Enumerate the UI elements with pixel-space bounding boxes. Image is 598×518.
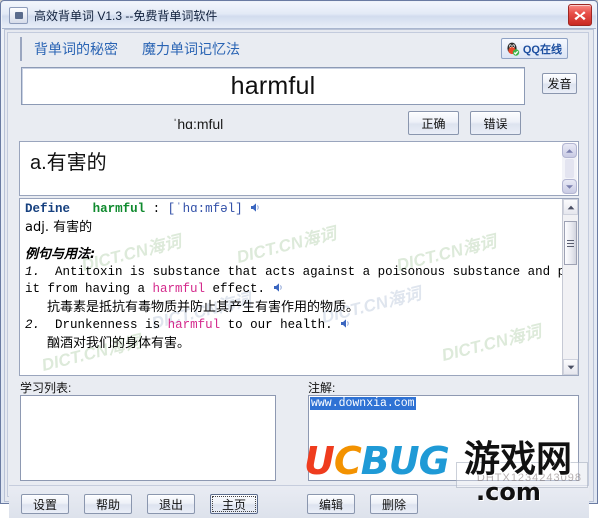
example-1-number: 1. xyxy=(25,264,41,279)
settings-button[interactable]: 设置 xyxy=(21,494,69,514)
example-1-keyword: harmful xyxy=(152,282,206,296)
define-colon: : xyxy=(152,202,161,216)
study-list-label: 学习列表: xyxy=(20,381,72,395)
speaker-icon[interactable] xyxy=(250,202,261,213)
example-1-text-a: Antitoxin is substance that acts against… xyxy=(55,264,579,279)
phonetic-text: ˈhɑ:mful xyxy=(172,116,224,132)
pos-line: adj. 有害的 xyxy=(25,219,93,235)
scroll-down-icon[interactable] xyxy=(562,179,577,194)
window-frame: 高效背单词 V1.3 --免费背单词软件 背单词的秘密 魔力单词记忆法 QQ在线… xyxy=(0,0,598,518)
example-1-translation: 抗毒素是抵抗有毒物质并防止其产生有害作用的物质。 xyxy=(47,299,360,315)
client-area: 背单词的秘密 魔力单词记忆法 QQ在线 harmful 发音 ˈhɑ:mful … xyxy=(4,29,594,518)
example-1-text-b1: it from having a xyxy=(25,282,153,296)
pronounce-button[interactable]: 发音 xyxy=(542,73,577,94)
qq-online-label: QQ在线 xyxy=(522,43,562,56)
note-value[interactable]: www.downxia.com xyxy=(310,397,416,410)
dictionary-scroll-thumb[interactable] xyxy=(564,221,577,265)
scroll-up-icon[interactable] xyxy=(562,143,577,158)
help-button[interactable]: 帮助 xyxy=(84,494,132,514)
extra-button[interactable]: 删除 xyxy=(370,494,418,514)
example-1-text-b2: effect. xyxy=(205,282,266,296)
qq-online-button[interactable]: QQ在线 xyxy=(500,38,568,59)
home-button[interactable]: 主页 xyxy=(210,494,258,514)
nav-link-secret[interactable]: 背单词的秘密 xyxy=(34,39,118,59)
bottom-toolbar: 设置 帮助 退出 主页 编辑 删除 xyxy=(9,485,589,518)
scroll-up-icon[interactable] xyxy=(563,199,578,215)
speaker-icon[interactable] xyxy=(340,318,351,329)
scroll-down-icon[interactable] xyxy=(563,359,578,375)
study-list-box[interactable] xyxy=(20,395,276,481)
dictionary-text: Define harmful : [ˈhɑ:mfəl] adj. 有害的 例句与… xyxy=(25,201,578,353)
meaning-scrollbar[interactable] xyxy=(562,143,577,194)
example-2-translation: 酗酒对我们的身体有害。 xyxy=(47,335,191,351)
nav-link-bar: 背单词的秘密 魔力单词记忆法 QQ在线 xyxy=(20,37,568,61)
close-button[interactable] xyxy=(568,4,592,26)
close-icon xyxy=(574,10,586,20)
correct-button[interactable]: 正确 xyxy=(408,111,459,135)
scroll-grip-icon xyxy=(567,239,574,247)
define-line: Define harmful : [ˈhɑ:mfəl] xyxy=(25,201,560,219)
example-1-line-b: it from having a harmful effect. xyxy=(25,281,560,299)
dictionary-pane[interactable]: DICT.CN海词 DICT.CN海词 DICT.CN海词 DICT.CN海词 … xyxy=(19,198,579,376)
examples-header: 例句与用法: xyxy=(25,247,96,262)
define-label: Define xyxy=(25,202,71,216)
system-menu-icon[interactable] xyxy=(9,6,28,24)
word-text: harmful xyxy=(230,71,316,100)
define-word: harmful xyxy=(92,202,146,216)
note-label: 注解: xyxy=(308,381,336,395)
example-2-line: 2. Drunkenness is harmful to our health. xyxy=(25,317,560,335)
dictionary-scrollbar[interactable] xyxy=(562,199,578,375)
speaker-icon[interactable] xyxy=(273,282,284,293)
example-2-text-b: to our health. xyxy=(220,318,333,332)
note-box[interactable]: www.downxia.com xyxy=(308,395,579,481)
example-2-text-a: Drunkenness is xyxy=(55,318,168,332)
meaning-box[interactable]: a.有害的 xyxy=(19,141,579,196)
define-ipa: [ˈhɑ:mfəl] xyxy=(167,202,243,216)
word-display-field[interactable]: harmful xyxy=(21,67,525,105)
meaning-text: a.有害的 xyxy=(30,152,107,174)
window-title: 高效背单词 V1.3 --免费背单词软件 xyxy=(34,8,218,23)
exit-button[interactable]: 退出 xyxy=(147,494,195,514)
example-1-line-a: 1. Antitoxin is substance that acts agai… xyxy=(25,264,578,282)
wrong-button[interactable]: 错误 xyxy=(470,111,521,135)
qq-penguin-icon xyxy=(505,41,520,56)
edit-button[interactable]: 编辑 xyxy=(307,494,355,514)
client-inner: 背单词的秘密 魔力单词记忆法 QQ在线 harmful 发音 ˈhɑ:mful … xyxy=(7,32,589,518)
application-window: 高效背单词 V1.3 --免费背单词软件 背单词的秘密 魔力单词记忆法 QQ在线… xyxy=(0,0,598,518)
title-bar: 高效背单词 V1.3 --免费背单词软件 xyxy=(2,2,596,29)
nav-link-memory-method[interactable]: 魔力单词记忆法 xyxy=(142,39,240,59)
meaning-scroll-track[interactable] xyxy=(565,159,574,178)
example-2-keyword: harmful xyxy=(167,318,221,332)
example-2-number: 2. xyxy=(25,318,41,332)
